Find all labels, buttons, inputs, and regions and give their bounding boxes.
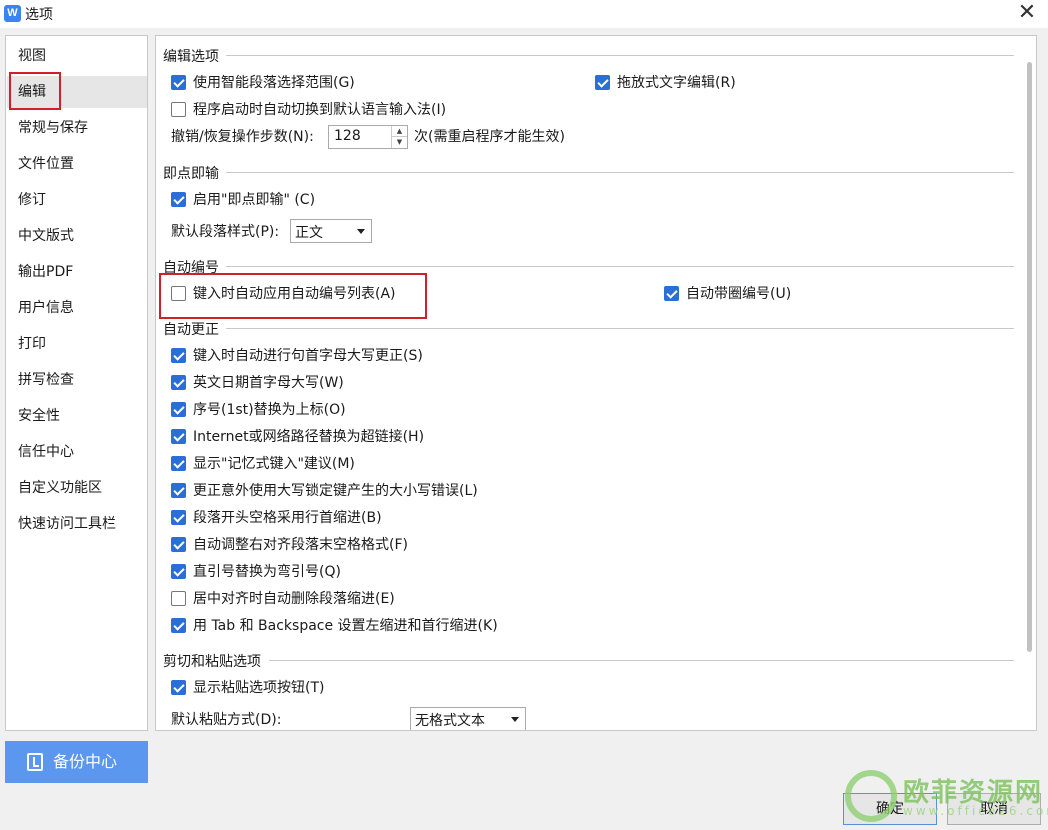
sidebar-item-trust-center[interactable]: 信任中心	[7, 436, 147, 468]
checkbox-label: 更正意外使用大写锁定键产生的大小写错误(L)	[193, 483, 478, 499]
options-sidebar: 视图 编辑 常规与保存 文件位置 修订 中文版式 输出PDF 用户信息 打印 拼…	[5, 35, 148, 731]
checkbox-checked[interactable]	[171, 456, 186, 471]
default-paste-label: 默认粘贴方式(D):	[171, 712, 282, 728]
sidebar-item-security[interactable]: 安全性	[7, 400, 147, 432]
title-bar: W 选项 ✕	[0, 0, 1048, 28]
undo-steps-label: 撤销/恢复操作步数(N):	[171, 129, 314, 145]
default-style-select[interactable]: 正文	[290, 219, 372, 243]
checkbox-label: 启用"即点即输" (C)	[193, 192, 316, 208]
sidebar-item-customize-ribbon[interactable]: 自定义功能区	[7, 472, 147, 504]
sidebar-item-print[interactable]: 打印	[7, 328, 147, 360]
undo-steps-note: 次(需重启程序才能生效)	[414, 129, 565, 145]
default-paste-select[interactable]: 无格式文本	[410, 707, 526, 730]
window-title: 选项	[25, 7, 53, 23]
checkbox-label: 序号(1st)替换为上标(O)	[193, 402, 346, 418]
checkbox-label: 显示"记忆式键入"建议(M)	[193, 456, 355, 472]
section-divider	[269, 660, 1014, 661]
sidebar-item-user-info[interactable]: 用户信息	[7, 292, 147, 324]
vertical-scrollbar[interactable]	[1027, 62, 1032, 652]
wps-app-icon: W	[4, 5, 21, 22]
checkbox-label: 英文日期首字母大写(W)	[193, 375, 344, 391]
spin-up-icon[interactable]: ▲	[391, 126, 407, 137]
checkbox-checked[interactable]	[595, 75, 610, 90]
sidebar-item-chinese-layout[interactable]: 中文版式	[7, 220, 147, 252]
checkbox-checked[interactable]	[171, 618, 186, 633]
checkbox-checked[interactable]	[171, 402, 186, 417]
options-panel: 编辑选项 使用智能段落选择范围(G) 拖放式文字编辑(R) 程序启动时自动切换到…	[155, 35, 1037, 731]
section-divider	[226, 55, 1014, 56]
checkbox-label: 居中对齐时自动删除段落缩进(E)	[193, 591, 395, 607]
auto-list-highlight-box	[159, 273, 427, 319]
default-style-value: 正文	[295, 225, 323, 241]
default-paste-value: 无格式文本	[415, 713, 485, 729]
section-edit-options-title: 编辑选项	[163, 49, 219, 65]
sidebar-item-revision[interactable]: 修订	[7, 184, 147, 216]
checkbox-label: 程序启动时自动切换到默认语言输入法(I)	[193, 102, 447, 118]
default-style-label: 默认段落样式(P):	[171, 224, 280, 240]
sidebar-item-export-pdf[interactable]: 输出PDF	[7, 256, 147, 288]
checkbox-label: 拖放式文字编辑(R)	[617, 75, 736, 91]
edit-highlight-box	[9, 72, 61, 110]
checkbox-label: 自动调整右对齐段落末空格格式(F)	[193, 537, 408, 553]
close-icon[interactable]: ✕	[1014, 1, 1040, 27]
checkbox-checked[interactable]	[171, 429, 186, 444]
checkbox-label: 使用智能段落选择范围(G)	[193, 75, 355, 91]
checkbox-unchecked[interactable]	[171, 591, 186, 606]
sidebar-item-general-save[interactable]: 常规与保存	[7, 112, 147, 144]
checkbox-checked[interactable]	[171, 537, 186, 552]
watermark-circle-icon	[845, 770, 897, 822]
checkbox-unchecked[interactable]	[171, 102, 186, 117]
section-click-type-title: 即点即输	[163, 166, 219, 182]
checkbox-checked[interactable]	[171, 483, 186, 498]
watermark-subtext: www.office26.com	[903, 804, 1048, 818]
checkbox-checked[interactable]	[171, 192, 186, 207]
backup-center-button[interactable]: 备份中心	[5, 741, 148, 783]
chevron-down-icon	[357, 229, 365, 234]
backup-icon	[27, 753, 43, 771]
checkbox-label: 显示粘贴选项按钮(T)	[193, 680, 325, 696]
spin-down-icon[interactable]: ▼	[391, 137, 407, 148]
section-divider	[226, 172, 1014, 173]
sidebar-item-quick-access[interactable]: 快速访问工具栏	[7, 508, 147, 540]
checkbox-checked[interactable]	[171, 75, 186, 90]
checkbox-label: 直引号替换为弯引号(Q)	[193, 564, 341, 580]
section-autocorrect-title: 自动更正	[163, 322, 219, 338]
checkbox-checked[interactable]	[664, 286, 679, 301]
chevron-down-icon	[511, 717, 519, 722]
sidebar-item-file-location[interactable]: 文件位置	[7, 148, 147, 180]
checkbox-label: 用 Tab 和 Backspace 设置左缩进和首行缩进(K)	[193, 618, 498, 634]
watermark-logo: 欧菲资源网 www.office26.com	[845, 768, 1048, 828]
backup-center-label: 备份中心	[53, 752, 118, 771]
sidebar-item-view[interactable]: 视图	[7, 40, 147, 72]
sidebar-item-spellcheck[interactable]: 拼写检查	[7, 364, 147, 396]
checkbox-checked[interactable]	[171, 375, 186, 390]
section-divider	[226, 328, 1014, 329]
checkbox-checked[interactable]	[171, 564, 186, 579]
checkbox-label: 自动带圈编号(U)	[686, 286, 792, 302]
undo-steps-value[interactable]: 128	[334, 128, 361, 144]
undo-steps-stepper[interactable]: 128 ▲ ▼	[328, 125, 408, 149]
checkbox-checked[interactable]	[171, 348, 186, 363]
checkbox-label: 段落开头空格采用行首缩进(B)	[193, 510, 382, 526]
checkbox-checked[interactable]	[171, 680, 186, 695]
checkbox-label: Internet或网络路径替换为超链接(H)	[193, 429, 425, 445]
section-cut-paste-title: 剪切和粘贴选项	[163, 654, 261, 670]
section-divider	[226, 266, 1014, 267]
checkbox-label: 键入时自动进行句首字母大写更正(S)	[193, 348, 423, 364]
checkbox-checked[interactable]	[171, 510, 186, 525]
